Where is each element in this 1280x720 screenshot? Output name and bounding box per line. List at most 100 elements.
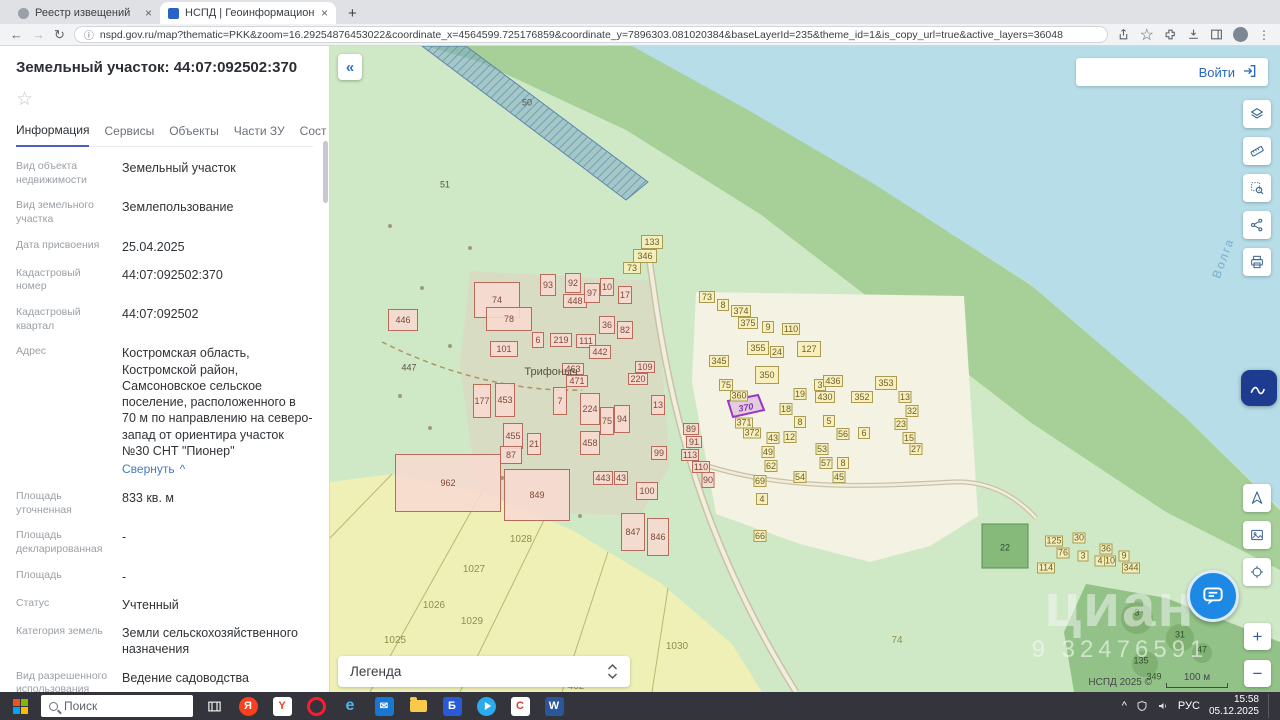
draw-tool-button[interactable] xyxy=(1241,370,1277,406)
task-view-button[interactable] xyxy=(198,692,230,720)
legend-toggle[interactable]: Легенда xyxy=(338,656,630,687)
tab1-close-icon[interactable]: × xyxy=(145,6,152,20)
map-parcel-label[interactable]: 8 xyxy=(794,416,806,428)
map-parcel-label[interactable]: 447 xyxy=(401,363,416,373)
map-parcel-label[interactable]: 91 xyxy=(686,436,702,448)
measure-button[interactable] xyxy=(1243,137,1271,165)
browser-tab-2[interactable]: НСПД | Геоинформационный п × xyxy=(160,2,336,24)
map-parcel-label[interactable]: 453 xyxy=(495,383,515,417)
map-parcel-label[interactable]: 1027 xyxy=(463,565,485,575)
map-parcel-label[interactable]: 51 xyxy=(440,180,450,190)
map-parcel-label[interactable]: 73 xyxy=(699,291,715,303)
map-parcel-label[interactable]: 74 xyxy=(891,636,902,646)
map-parcel-label[interactable]: 6 xyxy=(532,332,544,348)
map-parcel-label[interactable]: 5 xyxy=(823,415,835,427)
chat-button[interactable] xyxy=(1187,570,1239,622)
yandex-browser-button[interactable]: Я xyxy=(232,692,264,720)
map-parcel-label[interactable]: 355 xyxy=(747,341,769,355)
volume-icon[interactable] xyxy=(1157,700,1169,712)
map-parcel-label[interactable]: 87 xyxy=(500,446,522,464)
start-button[interactable] xyxy=(4,692,36,720)
map-parcel-label[interactable]: 62 xyxy=(764,460,778,472)
map-parcel-label[interactable]: 849 xyxy=(504,469,570,521)
new-tab-button[interactable]: + xyxy=(344,4,361,24)
map-parcel-label[interactable]: 53 xyxy=(815,443,829,455)
map-parcel-label[interactable]: 100 xyxy=(636,482,658,500)
map-parcel-label[interactable]: 345 xyxy=(709,355,729,367)
telegram-button[interactable] xyxy=(470,692,502,720)
map-parcel-label[interactable]: 31 xyxy=(1175,630,1185,640)
map-parcel-label[interactable]: 66 xyxy=(753,530,767,542)
tab-objects[interactable]: Объекты xyxy=(169,118,219,146)
map-parcel-label[interactable]: 114 xyxy=(1037,562,1055,574)
map-parcel-label[interactable]: 93 xyxy=(540,274,556,296)
map-parcel-label[interactable]: 30 xyxy=(1072,532,1086,544)
map-parcel-label[interactable]: 47 xyxy=(1197,645,1207,655)
map-parcel-label[interactable]: 27 xyxy=(909,443,923,455)
map-parcel-label[interactable]: 125 xyxy=(1045,535,1063,547)
forward-icon[interactable]: → xyxy=(32,28,45,41)
download-icon[interactable] xyxy=(1187,28,1200,41)
map-parcel-label[interactable]: 442 xyxy=(589,345,611,359)
opera-button[interactable] xyxy=(300,692,332,720)
map-parcel-label[interactable]: 224 xyxy=(580,393,600,425)
map-parcel-label[interactable]: 101 xyxy=(490,341,518,357)
map-parcel-label[interactable]: 372 xyxy=(743,427,761,439)
map-parcel-label[interactable]: 49 xyxy=(761,446,775,458)
map-parcel-label[interactable]: 109 xyxy=(635,361,655,373)
consultant-button[interactable]: C xyxy=(504,692,536,720)
map-parcel-label[interactable]: 350 xyxy=(755,366,779,384)
map-parcel-label[interactable]: 36 xyxy=(1099,543,1113,555)
locate-button[interactable] xyxy=(1243,484,1271,512)
map-parcel-label[interactable]: 75 xyxy=(600,407,614,435)
map-parcel-label[interactable]: 56 xyxy=(836,428,850,440)
map-parcel-label[interactable]: 127 xyxy=(797,341,821,357)
map-parcel-label[interactable]: 89 xyxy=(683,423,699,435)
map-parcel-label[interactable]: 374 xyxy=(731,305,751,317)
map-parcel-label[interactable]: 1026 xyxy=(423,601,445,611)
map-parcel-label[interactable]: 220 xyxy=(628,373,648,385)
search-area-button[interactable] xyxy=(1243,174,1271,202)
map-parcel-label[interactable]: 113 xyxy=(681,449,699,461)
map-parcel-label[interactable]: 6 xyxy=(858,427,870,439)
site-info-icon[interactable]: ⓘ xyxy=(84,27,94,42)
tab-parts[interactable]: Части ЗУ xyxy=(234,118,285,146)
map-parcel-label[interactable]: 78 xyxy=(486,307,532,331)
map-parcel-label[interactable]: 133 xyxy=(641,235,663,249)
map-parcel-label[interactable]: 353 xyxy=(875,376,897,390)
clock[interactable]: 15:58 05.12.2025 xyxy=(1209,694,1259,718)
map-parcel-label[interactable]: 9 xyxy=(762,321,774,333)
taskbar-search-input[interactable]: Поиск xyxy=(41,695,193,717)
back-icon[interactable]: ← xyxy=(10,28,23,41)
map-parcel-label[interactable]: 1028 xyxy=(510,535,532,545)
map-parcel-label[interactable]: 430 xyxy=(815,391,835,403)
map-parcel-label[interactable]: 73 xyxy=(623,262,641,274)
map-parcel-label[interactable]: 82 xyxy=(617,321,633,339)
language-indicator[interactable]: РУС xyxy=(1178,700,1200,712)
map-parcel-label[interactable]: 436 xyxy=(823,375,843,387)
map-parcel-label[interactable]: 18 xyxy=(779,403,793,415)
map-parcel-label[interactable]: 57 xyxy=(819,457,833,469)
browser-menu-icon[interactable]: ⋮ xyxy=(1258,28,1270,42)
layers-button[interactable] xyxy=(1243,100,1271,128)
panel-collapse-button[interactable]: « xyxy=(338,54,362,80)
map-parcel-label[interactable]: 8 xyxy=(717,299,729,311)
map-parcel-label[interactable]: 50 xyxy=(522,98,532,108)
app-blue-button[interactable]: Б xyxy=(436,692,468,720)
yandex-app-button[interactable]: Y xyxy=(266,692,298,720)
edge-button[interactable]: e xyxy=(334,692,366,720)
map-parcel-label[interactable]: 446 xyxy=(388,309,418,331)
tab-services[interactable]: Сервисы xyxy=(104,118,154,146)
profile-avatar[interactable] xyxy=(1233,27,1248,42)
map-parcel-label[interactable]: 76 xyxy=(1056,547,1070,559)
map-parcel-label[interactable]: 344 xyxy=(1122,562,1140,574)
map-canvas[interactable]: 50 51 447 133 346 73 962 849 93 92 448 97 10 17 74 78 44… xyxy=(330,46,1280,692)
map-parcel-label[interactable]: 45 xyxy=(832,471,846,483)
show-desktop-button[interactable] xyxy=(1268,694,1272,718)
map-parcel-label[interactable]: 23 xyxy=(894,418,908,430)
word-button[interactable]: W xyxy=(538,692,570,720)
map-parcel-label[interactable]: 10 xyxy=(600,278,614,296)
zoom-in-button[interactable]: + xyxy=(1244,623,1271,650)
zoom-out-button[interactable]: − xyxy=(1244,660,1271,687)
map-parcel-label[interactable]: 8 xyxy=(837,457,849,469)
